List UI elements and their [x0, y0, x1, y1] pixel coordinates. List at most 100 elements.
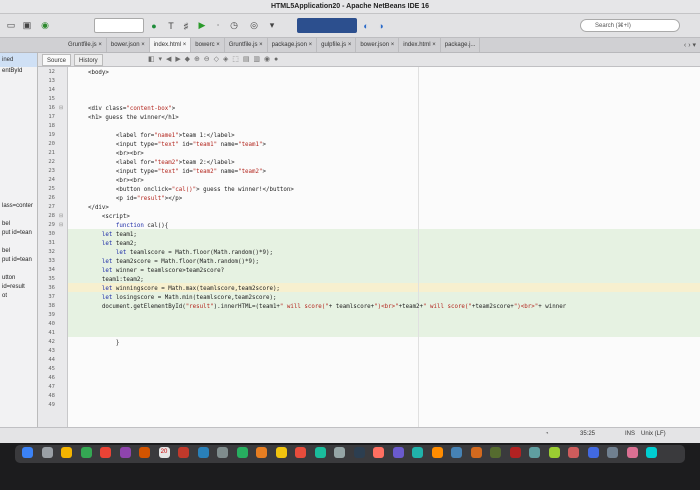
dock-app-icon[interactable]: [646, 447, 657, 458]
fold-toggle-icon[interactable]: ⊟: [59, 213, 63, 219]
dock-app-icon[interactable]: [373, 447, 384, 458]
dock-app-icon[interactable]: [61, 447, 72, 458]
fold-toggle-icon[interactable]: ⊟: [59, 105, 63, 111]
navigator-item[interactable]: [0, 103, 37, 112]
navigator-item[interactable]: put id=tean: [0, 256, 37, 265]
code-line[interactable]: <h1> guess the winner</h1>: [74, 114, 179, 123]
dock-app-icon[interactable]: [412, 447, 423, 458]
navigator-item[interactable]: [0, 157, 37, 166]
code-line[interactable]: <div class="content-box">: [74, 105, 175, 114]
dock-app-icon[interactable]: [529, 447, 540, 458]
code-line[interactable]: team1:team2;: [74, 276, 144, 285]
navigator-item[interactable]: put id=tean: [0, 229, 37, 238]
dock-app-icon[interactable]: [626, 447, 638, 458]
code-line[interactable]: <input type="text" id="team2" name="team…: [74, 168, 266, 177]
calendar-dock-icon[interactable]: 20: [158, 447, 170, 458]
navigator-item[interactable]: [0, 85, 37, 94]
dock-app-icon[interactable]: [490, 447, 501, 458]
tab-index-html[interactable]: index.html ×: [149, 38, 192, 52]
dock-app-icon[interactable]: [314, 447, 326, 458]
tab-package-json-2[interactable]: package.j...: [441, 38, 481, 52]
code-line[interactable]: let team2;: [74, 240, 137, 249]
tab-bowerrc[interactable]: bowerc ×: [191, 38, 225, 52]
dock-app-icon[interactable]: [41, 447, 53, 458]
tab-scroll-arrows[interactable]: ‹ › ▾: [684, 38, 696, 53]
code-line[interactable]: let teamlscore = Math.floor(Math.random(…: [74, 249, 273, 258]
history-tab[interactable]: History: [74, 54, 103, 66]
dock-app-icon[interactable]: [568, 447, 579, 458]
tab-bower-json[interactable]: bower.json ×: [107, 38, 150, 52]
navigator-item[interactable]: [0, 265, 37, 274]
code-line[interactable]: }: [74, 339, 120, 348]
dock-app-icon[interactable]: [275, 447, 287, 458]
navigator-item[interactable]: utton: [0, 274, 37, 283]
code-line[interactable]: <br><br>: [74, 150, 144, 159]
navigator-item[interactable]: [0, 238, 37, 247]
new-file-icon[interactable]: ▭: [4, 18, 18, 33]
navigator-item[interactable]: [0, 193, 37, 202]
tab-gruntfile[interactable]: Gruntfile.js ×: [64, 38, 107, 52]
code-line[interactable]: <body>: [74, 69, 109, 78]
dock-app-icon[interactable]: [178, 447, 189, 458]
debug-icon[interactable]: ⋅: [212, 18, 224, 33]
code-line[interactable]: document.getElementById("result").innerH…: [74, 303, 566, 312]
dock-app-icon[interactable]: [392, 447, 404, 458]
dock-app-icon[interactable]: [353, 447, 365, 458]
dock-app-icon[interactable]: [139, 447, 150, 458]
browser-refresh-icon[interactable]: ◑: [375, 18, 387, 33]
dock-app-icon[interactable]: [509, 447, 521, 458]
editor-toolbar-icons[interactable]: ◧ ▾ ◀ ▶ ◆ ⊕ ⊖ ◇ ◈ ⬚ ▤ ▥ ◉ ●: [148, 55, 279, 63]
dock-app-icon[interactable]: [431, 447, 443, 458]
navigator-item[interactable]: [0, 166, 37, 175]
dock-app-icon[interactable]: [236, 447, 248, 458]
profile-icon[interactable]: ◷: [228, 18, 240, 33]
build-hammer-icon[interactable]: T: [165, 18, 177, 33]
code-editor[interactable]: <body> <div class="content-box"> <h1> gu…: [68, 67, 700, 427]
code-line[interactable]: let team1;: [74, 231, 137, 240]
code-line[interactable]: let losingscore = Math.min(teamlscore,te…: [74, 294, 277, 303]
code-line[interactable]: let team2score = Math.floor(Math.random(…: [74, 258, 259, 267]
code-line[interactable]: <label for="name1">team 1:</label>: [74, 132, 235, 141]
browser-chrome-icon[interactable]: ◐: [360, 18, 372, 33]
navigator-item[interactable]: [0, 175, 37, 184]
navigator-item[interactable]: [0, 112, 37, 121]
navigator-item[interactable]: [0, 130, 37, 139]
navigator-item[interactable]: lass=conter: [0, 202, 37, 211]
navigator-item[interactable]: [0, 148, 37, 157]
navigator-item[interactable]: [0, 211, 37, 220]
dock-app-icon[interactable]: [470, 447, 482, 458]
navigator-item[interactable]: entById: [0, 67, 37, 76]
code-line[interactable]: <p id="result"></p>: [74, 195, 182, 204]
navigator-item[interactable]: bel: [0, 220, 37, 229]
code-line[interactable]: <script>: [74, 213, 130, 222]
code-line[interactable]: let winner = teamlscore>team2score?: [74, 267, 224, 276]
project-selector[interactable]: [297, 18, 357, 33]
code-line[interactable]: <button onclick="cal()"> guess the winne…: [74, 186, 294, 195]
run-icon[interactable]: ▶: [196, 18, 208, 33]
dock-app-icon[interactable]: [217, 447, 228, 458]
dock-app-icon[interactable]: [548, 447, 560, 458]
navigator-item[interactable]: bel: [0, 247, 37, 256]
tab-gulpfile[interactable]: gulpfile.js ×: [317, 38, 357, 52]
code-line[interactable]: <label for="team2">team 2:</label>: [74, 159, 235, 168]
dock-app-icon[interactable]: [197, 447, 209, 458]
dock-app-icon[interactable]: [295, 447, 306, 458]
search-input[interactable]: Search (⌘+I): [580, 19, 680, 32]
tab-gruntfile-2[interactable]: Gruntfile.js ×: [225, 38, 268, 52]
navigator-item[interactable]: id=result: [0, 283, 37, 292]
dock-app-icon[interactable]: [334, 447, 345, 458]
dock-app-icon[interactable]: [119, 447, 131, 458]
dock-app-icon[interactable]: [256, 447, 267, 458]
notification-icon[interactable]: ◔: [545, 431, 549, 437]
source-tab[interactable]: Source: [42, 54, 72, 66]
dock-app-icon[interactable]: [100, 447, 111, 458]
navigator-item[interactable]: [0, 94, 37, 103]
navigator-item[interactable]: [0, 139, 37, 148]
code-line[interactable]: function cal(){: [74, 222, 168, 231]
dock-app-icon[interactable]: [22, 447, 33, 458]
open-project-icon[interactable]: ▣: [20, 18, 34, 33]
code-line[interactable]: <br><br>: [74, 177, 144, 186]
code-line[interactable]: let winningscore = Math.max(teamlscore,t…: [74, 285, 280, 294]
navigator-item[interactable]: [0, 184, 37, 193]
tab-package-json[interactable]: package.json ×: [268, 38, 318, 52]
